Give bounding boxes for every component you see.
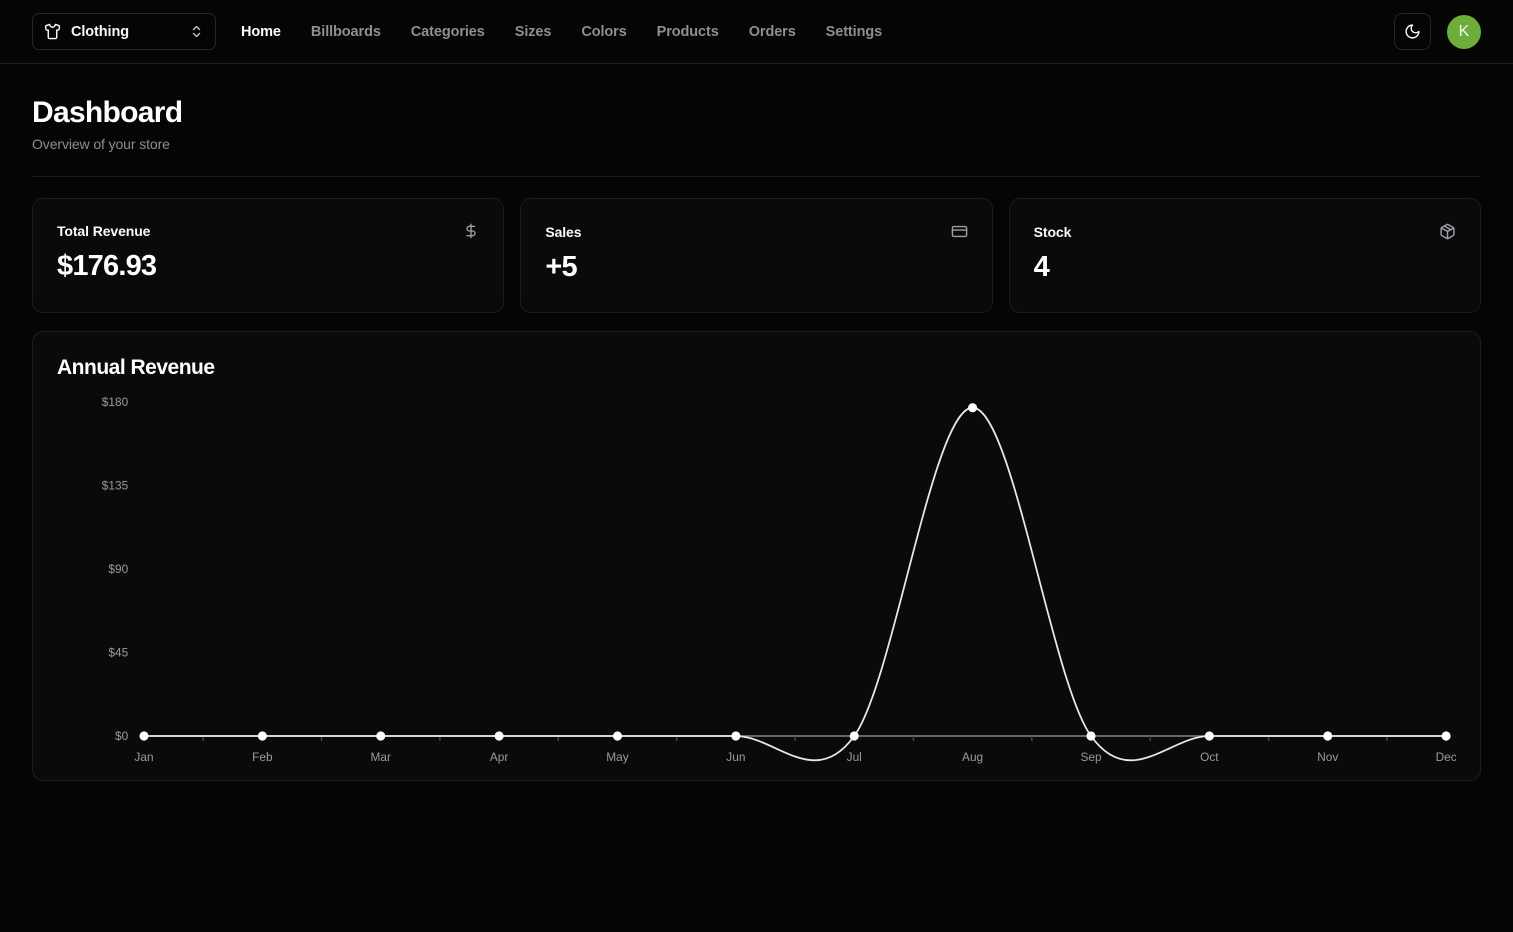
page-header: Dashboard Overview of your store [32,96,1481,152]
data-point-nov[interactable] [1323,731,1333,741]
stats-grid: Total Revenue $176.93 Sales +5 Stock 4 [32,198,1481,313]
nav-link-categories[interactable]: Categories [411,24,485,40]
data-point-jan[interactable] [139,731,149,741]
x-axis-tick-label: Nov [1317,750,1338,764]
data-point-jun[interactable] [731,731,741,741]
data-point-apr[interactable] [494,731,504,741]
nav-link-orders[interactable]: Orders [749,24,796,40]
stat-card-value: 4 [1033,251,1050,283]
store-switcher-label: Clothing [71,23,129,40]
package-icon [1439,223,1456,240]
x-axis-tick-label: Sep [1080,750,1101,764]
x-axis-tick-label: Oct [1200,750,1219,764]
stat-card-header: Stock [1034,223,1456,240]
header-divider [32,176,1481,177]
revenue-line-path [143,406,1448,762]
store-switcher[interactable]: Clothing [32,13,216,50]
x-axis-tick-label: May [606,750,628,764]
dollar-sign-icon [463,223,479,239]
x-axis-tick-label: Jan [134,750,153,764]
y-axis-tick-label: $180 [102,395,129,409]
shirt-icon [44,23,61,40]
theme-toggle-button[interactable] [1394,13,1431,50]
revenue-line-chart[interactable]: $0 $45 $90 $135 $180 Jan Feb Mar Apr May Jun Jul Aug… [57,394,1456,774]
x-axis-tick-label: Mar [371,750,391,764]
y-axis-tick-label: $0 [115,729,129,743]
data-point-feb[interactable] [257,731,267,741]
chart-title: Annual Revenue [57,356,215,379]
nav-link-sizes[interactable]: Sizes [515,24,552,40]
main-nav: Home Billboards Categories Sizes Colors … [241,24,882,40]
data-point-mar[interactable] [376,731,386,741]
navbar: Clothing Home Billboards Categories Size… [0,0,1513,64]
chevrons-up-down-icon [189,24,204,39]
stat-card-value: $176.93 [57,250,157,282]
x-axis-tick-label: Aug [962,750,983,764]
data-point-may[interactable] [612,731,623,741]
stat-card-header: Total Revenue [57,223,479,239]
y-axis-tick-label: $90 [108,562,128,576]
nav-link-colors[interactable]: Colors [581,24,626,40]
x-axis-tick-label: Dec [1436,750,1456,764]
page-content: Dashboard Overview of your store Total R… [0,64,1513,813]
stat-card-value: +5 [545,251,577,283]
credit-card-icon [951,223,968,240]
nav-link-home[interactable]: Home [241,24,281,40]
navbar-right: K [1394,13,1481,50]
x-axis-tick-label: Feb [252,750,273,764]
stat-card-sales: Sales +5 [520,198,993,313]
stat-card-title: Sales [545,223,582,240]
stat-card-header: Sales [545,223,967,240]
stat-card-title: Stock [1033,223,1072,240]
stat-card-total-revenue: Total Revenue $176.93 [32,198,505,313]
data-point-oct[interactable] [1204,731,1214,741]
y-axis-tick-label: $45 [108,645,128,659]
data-point-sep[interactable] [1086,731,1096,741]
stat-card-title: Total Revenue [57,223,151,239]
data-point-dec[interactable] [1441,731,1451,741]
chart-card-annual-revenue: Annual Revenue $0 $45 $90 $135 $180 Jan Feb Mar… [32,331,1481,781]
page-title: Dashboard [32,96,183,129]
nav-link-billboards[interactable]: Billboards [311,24,381,40]
x-axis-tick-label: Jul [847,750,862,764]
x-axis-tick-label: Jun [726,750,745,764]
data-point-jul[interactable] [849,731,859,741]
moon-icon [1404,23,1421,40]
nav-link-products[interactable]: Products [657,24,719,40]
page-subtitle: Overview of your store [32,136,170,152]
avatar-initial: K [1458,22,1470,40]
data-point-aug[interactable] [968,403,978,413]
x-axis-tick-label: Apr [490,750,508,764]
stat-card-stock: Stock 4 [1008,198,1481,313]
y-axis-tick-label: $135 [102,478,129,492]
avatar[interactable]: K [1447,14,1481,49]
nav-link-settings[interactable]: Settings [826,24,883,40]
chart-area: $0 $45 $90 $135 $180 Jan Feb Mar Apr May Jun Jul Aug… [57,394,1456,774]
